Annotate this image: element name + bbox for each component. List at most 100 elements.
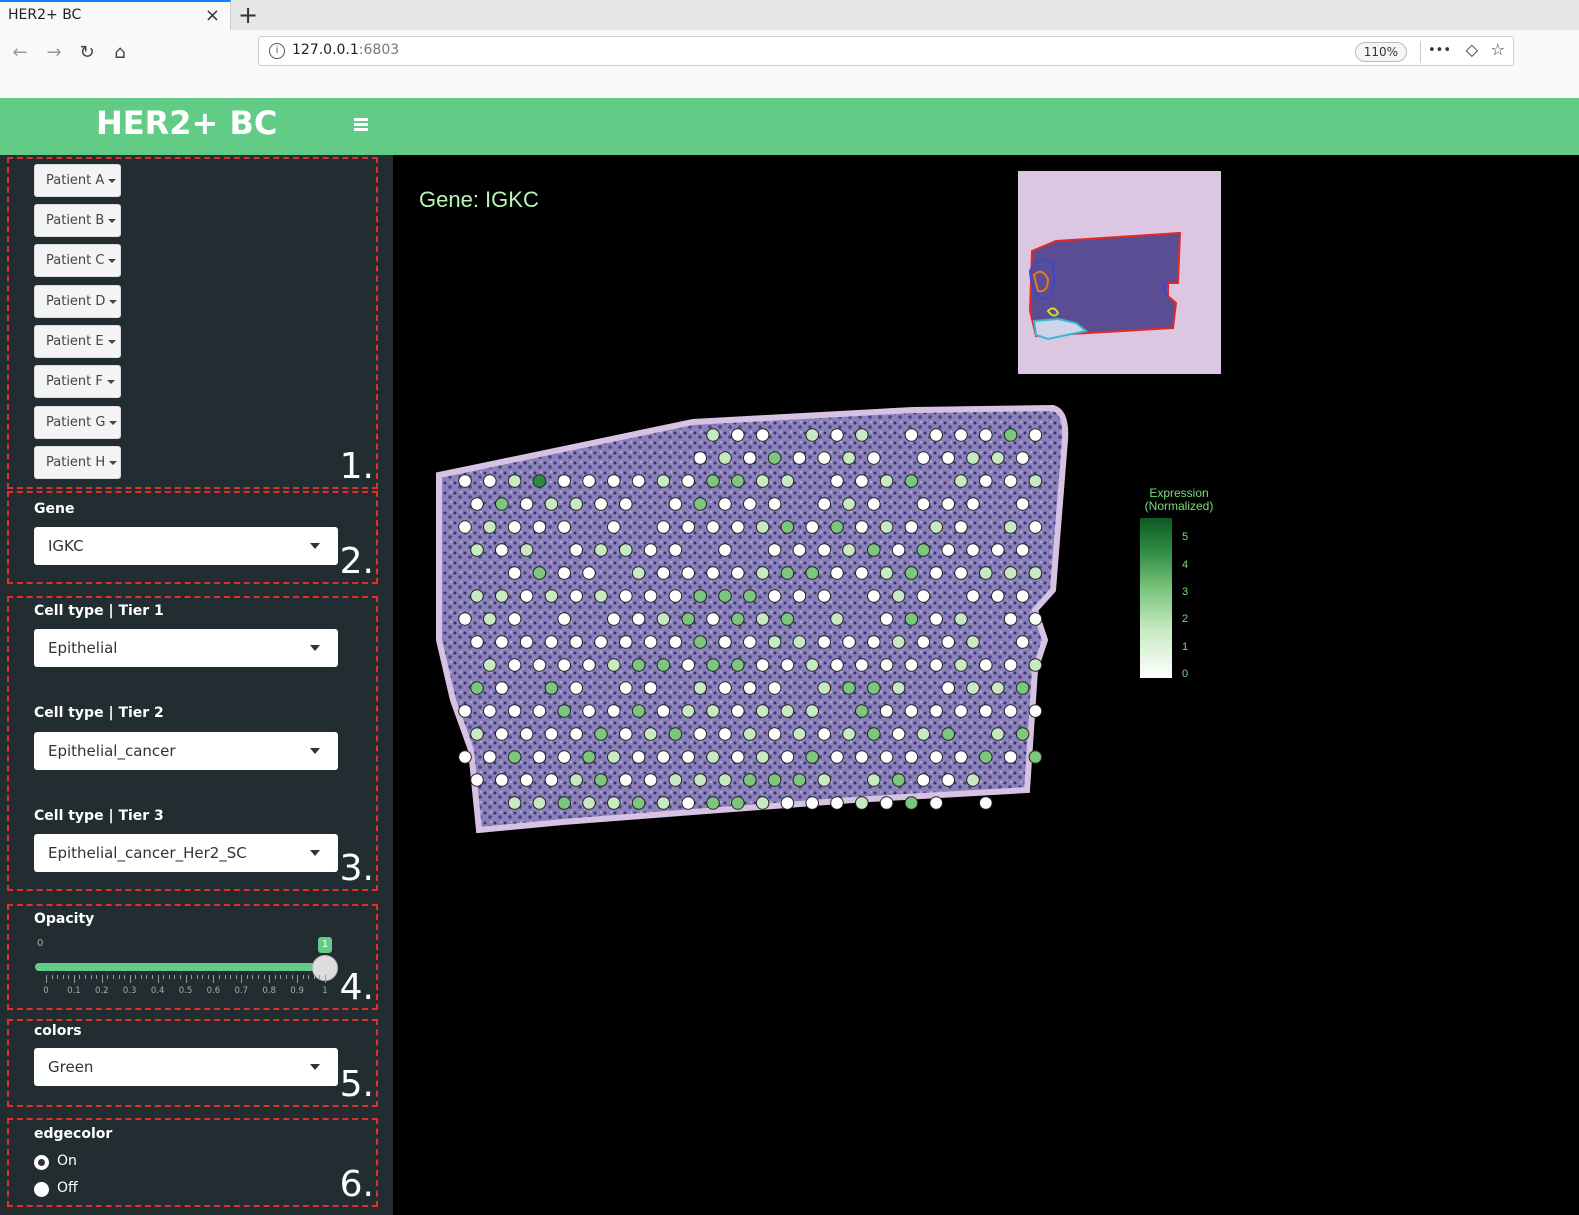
expression-spot[interactable]: [483, 520, 497, 534]
expression-spot[interactable]: [532, 750, 547, 764]
expression-spot[interactable]: [706, 428, 720, 442]
expression-spot[interactable]: [780, 658, 795, 672]
expression-spot[interactable]: [718, 727, 732, 741]
expression-spot[interactable]: [544, 497, 559, 511]
expression-spot[interactable]: [643, 727, 658, 741]
expression-spot[interactable]: [483, 612, 497, 626]
expression-spot[interactable]: [718, 681, 732, 695]
expression-spot[interactable]: [979, 566, 993, 580]
expression-spot[interactable]: [767, 635, 782, 649]
expression-spot[interactable]: [1015, 543, 1030, 557]
expression-spot[interactable]: [718, 589, 732, 603]
expression-spot[interactable]: [544, 589, 559, 603]
expression-spot[interactable]: [495, 727, 509, 741]
expression-spot[interactable]: [780, 566, 795, 580]
expression-spot[interactable]: [557, 566, 571, 580]
expression-spot[interactable]: [607, 474, 621, 488]
expression-spot[interactable]: [668, 727, 683, 741]
expression-spot[interactable]: [582, 474, 596, 488]
expression-spot[interactable]: [619, 543, 633, 557]
expression-spot[interactable]: [817, 589, 832, 603]
expression-spot[interactable]: [904, 796, 919, 810]
expression-spot[interactable]: [879, 796, 894, 810]
patient-d-dropdown[interactable]: Patient D: [34, 285, 121, 318]
expression-spot[interactable]: [929, 704, 944, 718]
expression-spot[interactable]: [483, 658, 497, 672]
tier1-select[interactable]: Epithelial: [34, 629, 338, 667]
expression-spot[interactable]: [656, 612, 671, 626]
expression-spot[interactable]: [792, 543, 807, 557]
expression-spot[interactable]: [817, 727, 832, 741]
expression-spot[interactable]: [805, 566, 820, 580]
expression-spot[interactable]: [544, 773, 559, 787]
expression-spot[interactable]: [1003, 658, 1018, 672]
expression-spot[interactable]: [805, 658, 820, 672]
bookmark-star-icon[interactable]: ☆: [1491, 40, 1505, 59]
expression-spot[interactable]: [731, 658, 745, 672]
expression-spot[interactable]: [855, 658, 869, 672]
expression-spot[interactable]: [594, 773, 608, 787]
expression-spot[interactable]: [867, 451, 881, 465]
expression-spot[interactable]: [855, 750, 869, 764]
expression-spot[interactable]: [879, 520, 894, 534]
expression-spot[interactable]: [594, 727, 608, 741]
expression-spot[interactable]: [855, 474, 869, 488]
expression-spot[interactable]: [607, 750, 621, 764]
expression-spot[interactable]: [731, 704, 745, 718]
expression-spot[interactable]: [1015, 589, 1030, 603]
expression-spot[interactable]: [507, 796, 522, 810]
expression-spot[interactable]: [1028, 612, 1043, 626]
expression-spot[interactable]: [483, 474, 497, 488]
expression-spot[interactable]: [780, 750, 795, 764]
expression-spot[interactable]: [979, 474, 993, 488]
expression-spot[interactable]: [495, 635, 509, 649]
expression-spot[interactable]: [656, 658, 671, 672]
close-tab-icon[interactable]: ×: [205, 5, 220, 26]
expression-spot[interactable]: [495, 589, 509, 603]
expression-spot[interactable]: [668, 635, 683, 649]
expression-spot[interactable]: [929, 658, 944, 672]
edgecolor-off-radio[interactable]: [34, 1182, 49, 1197]
expression-spot[interactable]: [991, 543, 1005, 557]
expression-spot[interactable]: [681, 612, 695, 626]
expression-spot[interactable]: [954, 612, 968, 626]
expression-spot[interactable]: [656, 750, 671, 764]
expression-spot[interactable]: [954, 428, 968, 442]
expression-spot[interactable]: [470, 497, 484, 511]
expression-spot[interactable]: [842, 635, 856, 649]
expression-spot[interactable]: [755, 474, 770, 488]
expression-spot[interactable]: [706, 566, 720, 580]
expression-spot[interactable]: [979, 658, 993, 672]
expression-spot[interactable]: [941, 635, 956, 649]
expression-spot[interactable]: [507, 566, 522, 580]
expression-spot[interactable]: [557, 474, 571, 488]
expression-spot[interactable]: [458, 520, 472, 534]
patient-e-dropdown[interactable]: Patient E: [34, 325, 121, 358]
expression-spot[interactable]: [557, 704, 571, 718]
expression-spot[interactable]: [891, 589, 906, 603]
expression-spot[interactable]: [607, 612, 621, 626]
expression-spot[interactable]: [1003, 750, 1018, 764]
expression-spot[interactable]: [867, 543, 881, 557]
expression-spot[interactable]: [755, 566, 770, 580]
expression-spot[interactable]: [805, 750, 820, 764]
expression-spot[interactable]: [855, 796, 869, 810]
expression-spot[interactable]: [693, 681, 708, 695]
expression-spot[interactable]: [1015, 681, 1030, 695]
expression-spot[interactable]: [792, 727, 807, 741]
expression-spot[interactable]: [916, 773, 931, 787]
expression-spot[interactable]: [979, 428, 993, 442]
expression-spot[interactable]: [755, 520, 770, 534]
expression-spot[interactable]: [619, 727, 633, 741]
tissue-thumbnail-image[interactable]: [1018, 171, 1221, 374]
expression-spot[interactable]: [1003, 474, 1018, 488]
expression-spot[interactable]: [817, 635, 832, 649]
expression-spot[interactable]: [519, 543, 534, 557]
expression-spot[interactable]: [569, 635, 583, 649]
expression-spot[interactable]: [631, 750, 646, 764]
expression-spot[interactable]: [706, 796, 720, 810]
expression-spot[interactable]: [743, 497, 757, 511]
expression-spot[interactable]: [507, 750, 522, 764]
expression-spot[interactable]: [594, 497, 608, 511]
expression-spot[interactable]: [706, 704, 720, 718]
